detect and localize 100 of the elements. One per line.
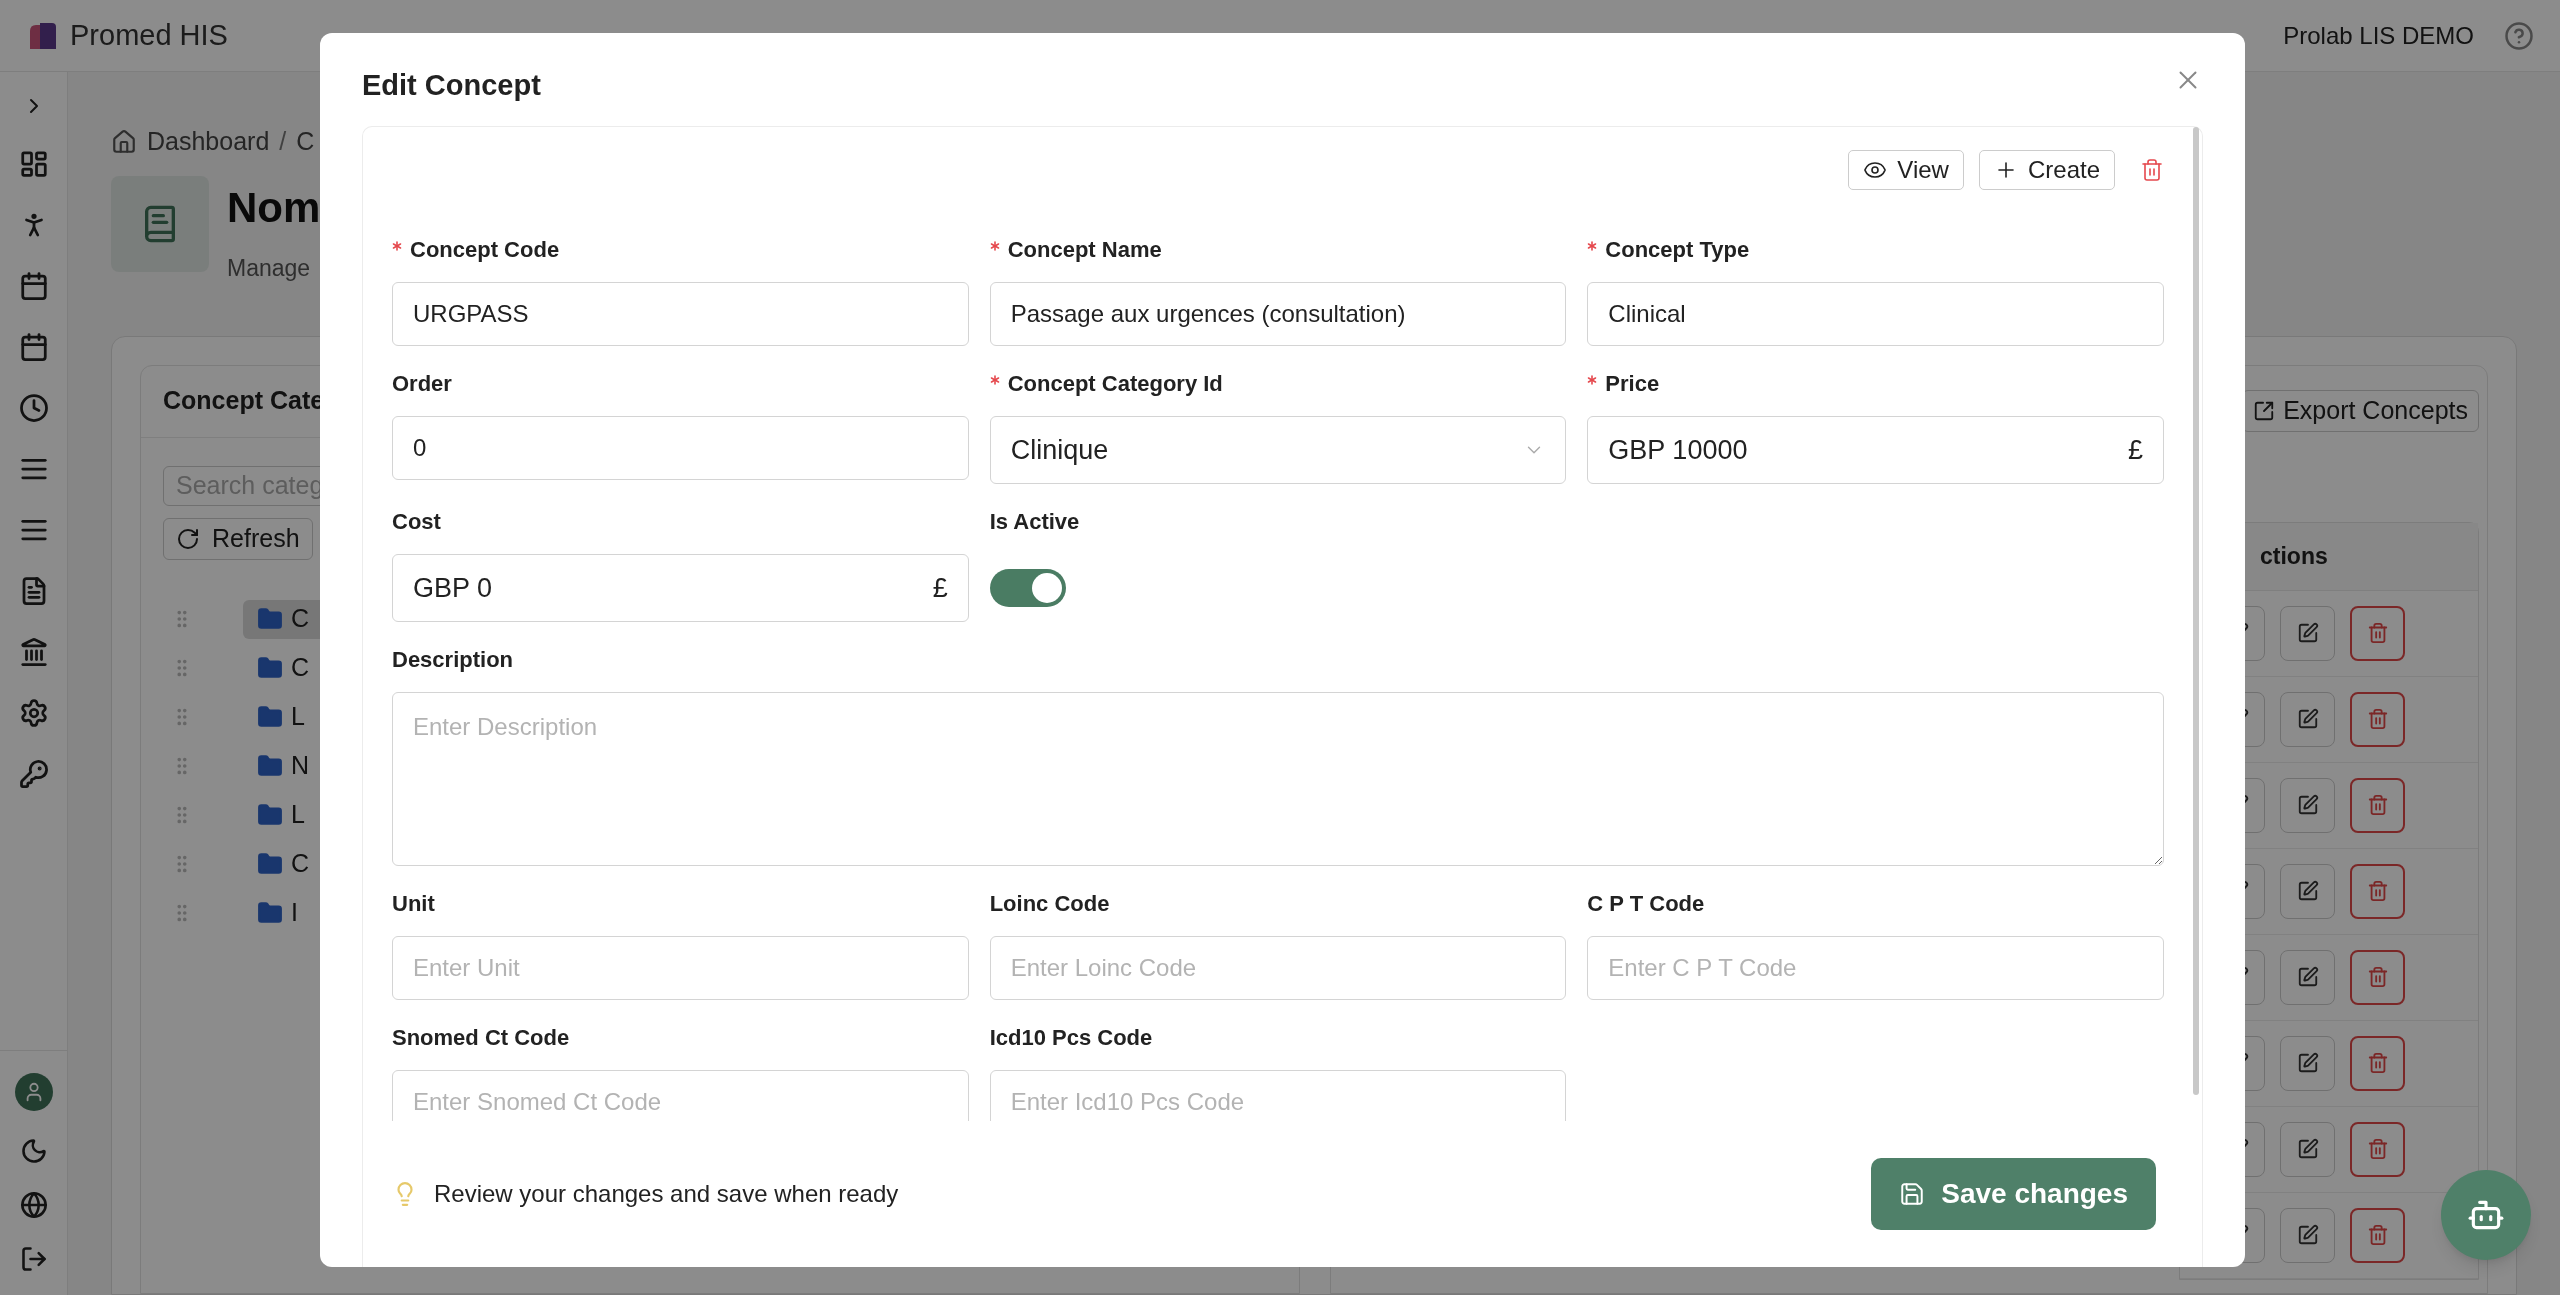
save-hint: Review your changes and save when ready — [434, 1179, 899, 1209]
delete-button[interactable] — [2350, 691, 2405, 747]
breadcrumb-link[interactable]: C — [296, 123, 315, 161]
field-label: Concept Code — [410, 235, 560, 264]
edit-button[interactable] — [2280, 1207, 2335, 1263]
field-label: Description — [392, 645, 514, 674]
required-icon — [989, 241, 1000, 251]
field-label: Loinc Code — [989, 889, 1110, 918]
required-icon — [392, 241, 402, 251]
folder-icon — [257, 704, 283, 730]
text-field[interactable]: Enter Unit — [392, 936, 969, 1000]
create-button[interactable]: Create — [1978, 150, 2115, 190]
edit-button[interactable] — [2280, 777, 2335, 833]
page-title: Nom — [227, 183, 321, 233]
trash-icon — [2366, 708, 2389, 730]
text-field[interactable]: Passage aux urgences (consultation) — [989, 282, 1567, 346]
breadcrumb-link[interactable]: Dashboard — [147, 123, 270, 161]
edit-button[interactable] — [2280, 605, 2335, 661]
folder-icon — [257, 802, 283, 828]
field-label: Snomed Ct Code — [392, 1023, 570, 1052]
delete-button[interactable] — [2350, 777, 2405, 833]
edit-icon — [2296, 1138, 2319, 1160]
text-field[interactable]: Enter Loinc Code — [989, 936, 1567, 1000]
delete-button[interactable] — [2350, 1207, 2405, 1263]
field-label: Concept Name — [1007, 235, 1162, 264]
moon-icon[interactable] — [19, 1137, 48, 1165]
edit-icon — [2296, 1052, 2319, 1074]
edit-icon — [2296, 622, 2319, 644]
edit-icon — [2296, 708, 2319, 730]
logout-icon[interactable] — [19, 1245, 48, 1273]
help-icon[interactable] — [2504, 20, 2534, 51]
folder-icon — [257, 900, 283, 926]
field-label: Unit — [392, 889, 435, 918]
field-label: Cost — [392, 507, 441, 536]
bank-icon[interactable] — [18, 637, 49, 667]
folder-icon — [257, 753, 283, 779]
edit-icon — [2296, 1224, 2319, 1246]
trash-icon — [2366, 1138, 2389, 1160]
key-icon[interactable] — [18, 759, 49, 789]
export-icon — [2253, 399, 2276, 422]
required-icon — [989, 375, 1000, 385]
folder-icon — [257, 606, 283, 632]
clock-icon[interactable] — [18, 393, 49, 423]
text-field[interactable]: Enter C P T Code — [1587, 936, 2164, 1000]
view-button[interactable]: View — [1848, 150, 1964, 190]
save-button[interactable]: Save changes — [1871, 1158, 2156, 1230]
required-icon — [1587, 241, 1598, 251]
select-field[interactable]: Clinique — [989, 416, 1567, 484]
trash-icon — [2366, 622, 2389, 644]
globe-icon[interactable] — [19, 1191, 48, 1219]
delete-button[interactable] — [2350, 605, 2405, 661]
edit-button[interactable] — [2280, 1121, 2335, 1177]
edit-button[interactable] — [2280, 1035, 2335, 1091]
edit-icon — [2296, 966, 2319, 988]
trash-icon — [2366, 966, 2389, 988]
field-label: Is Active — [989, 507, 1080, 536]
calendar-icon[interactable] — [18, 332, 49, 362]
field-label: Concept Category Id — [1007, 369, 1223, 398]
trash-icon — [2366, 1224, 2389, 1246]
delete-button[interactable] — [2350, 863, 2405, 919]
save-icon — [1899, 1181, 1926, 1207]
trash-icon — [2366, 1052, 2389, 1074]
edit-button[interactable] — [2280, 863, 2335, 919]
edit-button[interactable] — [2280, 949, 2335, 1005]
required-icon — [1587, 375, 1598, 385]
avatar-icon[interactable] — [14, 1073, 53, 1111]
edit-button[interactable] — [2280, 691, 2335, 747]
trash-icon — [2366, 880, 2389, 902]
edit-icon — [2296, 880, 2319, 902]
field-label: Icd10 Pcs Code — [989, 1023, 1153, 1052]
description-field[interactable]: Enter Description — [392, 692, 2164, 866]
text-field[interactable]: Enter Icd10 Pcs Code — [989, 1070, 1567, 1121]
delete-icon[interactable] — [2140, 158, 2164, 182]
folder-icon — [257, 851, 283, 877]
refresh-button[interactable]: Refresh — [163, 517, 313, 560]
account-name[interactable]: Prolab LIS DEMO — [2283, 17, 2474, 54]
home-icon — [111, 129, 137, 155]
field-label: Concept Type — [1605, 235, 1750, 264]
dialog-title: Edit Concept — [362, 67, 541, 103]
delete-button[interactable] — [2350, 1121, 2405, 1177]
currency-field[interactable]: GBP 10000 £ — [1587, 416, 2164, 484]
settings-icon[interactable] — [18, 698, 49, 728]
text-field[interactable]: URGPASS — [392, 282, 969, 346]
edit-icon — [2296, 794, 2319, 816]
text-field[interactable]: Enter Snomed Ct Code — [392, 1070, 969, 1121]
text-field[interactable]: Clinical — [1587, 282, 2164, 346]
column-header: ctions — [2260, 541, 2328, 571]
delete-button[interactable] — [2350, 1035, 2405, 1091]
toggle-switch[interactable] — [989, 569, 1066, 607]
delete-button[interactable] — [2350, 949, 2405, 1005]
calendar-icon[interactable] — [18, 271, 49, 301]
trash-icon — [2366, 794, 2389, 816]
refresh-icon — [176, 526, 200, 551]
currency-field[interactable]: GBP 0 £ — [392, 554, 969, 622]
page-subtitle: Manage — [227, 254, 312, 283]
dashboard-icon[interactable] — [18, 149, 49, 179]
text-field[interactable]: 0 — [392, 416, 969, 480]
field-label: Order — [392, 369, 452, 398]
export-button[interactable]: Export Concepts — [2242, 389, 2479, 432]
breadcrumb-separator: / — [279, 126, 287, 158]
